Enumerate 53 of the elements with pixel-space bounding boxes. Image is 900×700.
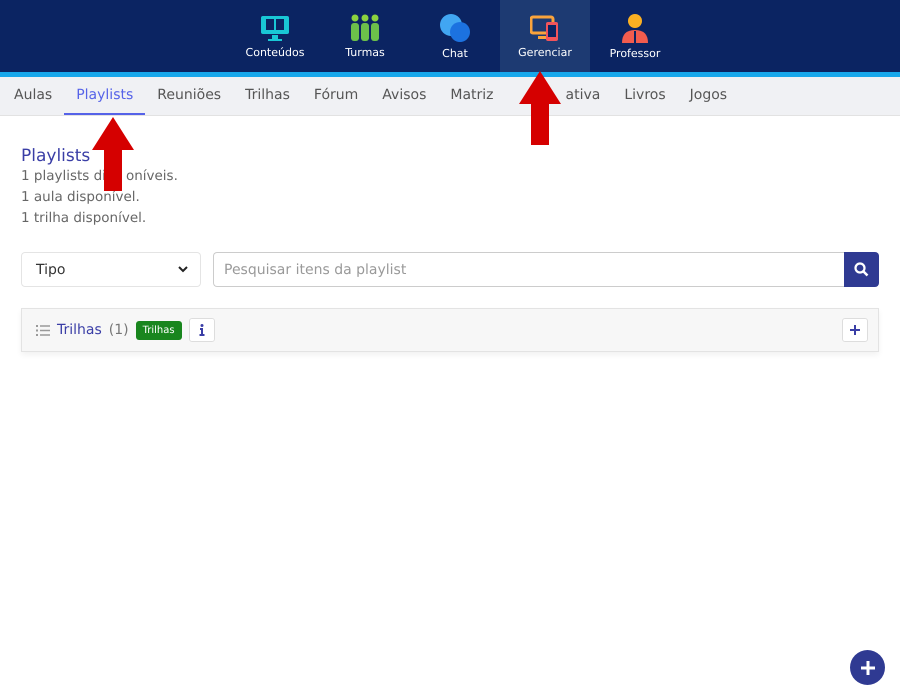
tab[interactable]: Jogos [678,77,740,115]
tab-label: Playlists [76,87,134,103]
search-button[interactable] [844,252,879,287]
info-button[interactable] [188,318,215,342]
tab-label: Livros [624,87,666,103]
nav-item[interactable]: Chat [410,0,500,72]
tab-label: Matriz [450,87,494,103]
devices-icon [530,14,560,42]
monitor-icon [260,14,290,42]
group-title: Trilhas [57,322,102,338]
summary-text: 1 aula disponível. [21,188,140,207]
group-tag: Trilhas [136,320,182,340]
chevron-down-icon [178,266,188,273]
page-title: Playlists [21,146,92,166]
nav-label: Turmas [345,46,385,58]
tab-label: Fórum [314,87,358,103]
summary-text: 1 trilha disponível. [21,209,146,228]
add-button[interactable] [850,650,885,685]
tab[interactable]: Trilhas [233,77,302,115]
add-button[interactable] [842,318,868,342]
nav-item[interactable]: Professor [590,0,680,72]
tab[interactable]: Reuniões [145,77,234,115]
tab[interactable]: Avisos [370,77,438,115]
tab[interactable]: Aulas [2,77,64,115]
summary-text: oníveis. [126,167,178,186]
nav-item[interactable]: Conteúdos [230,0,320,72]
nav-item[interactable]: Turmas [320,0,410,72]
type-select[interactable]: Tipo [21,252,201,287]
chat-icon [438,12,472,42]
tab[interactable]: Matriz ativa [438,77,612,115]
tab-label: Trilhas [245,87,290,103]
search-icon [854,262,869,277]
nav-label: Conteúdos [246,46,304,58]
nav-label: Professor [610,46,660,60]
tab-label: Jogos [690,87,728,103]
plus-icon [860,660,874,674]
plus-icon [850,325,860,335]
info-icon [198,324,205,336]
search-field[interactable]: Pesquisar itens da playlist [213,252,844,287]
people-icon [350,14,380,42]
nav-item[interactable]: Gerenciar [500,0,590,72]
person-icon [620,12,650,42]
tab-label: Avisos [382,87,426,103]
tab[interactable]: Fórum [302,77,370,115]
nav-label: Chat [442,46,468,60]
tab-label: Reuniões [157,87,222,103]
nav-label: Gerenciar [518,46,572,58]
group-count: (1) [108,322,129,338]
list-icon [36,324,50,336]
tab-label: ativa [566,87,600,103]
tab-label: Aulas [14,87,52,103]
tab[interactable]: Playlists [64,77,146,115]
tab[interactable]: Livros [612,77,678,115]
